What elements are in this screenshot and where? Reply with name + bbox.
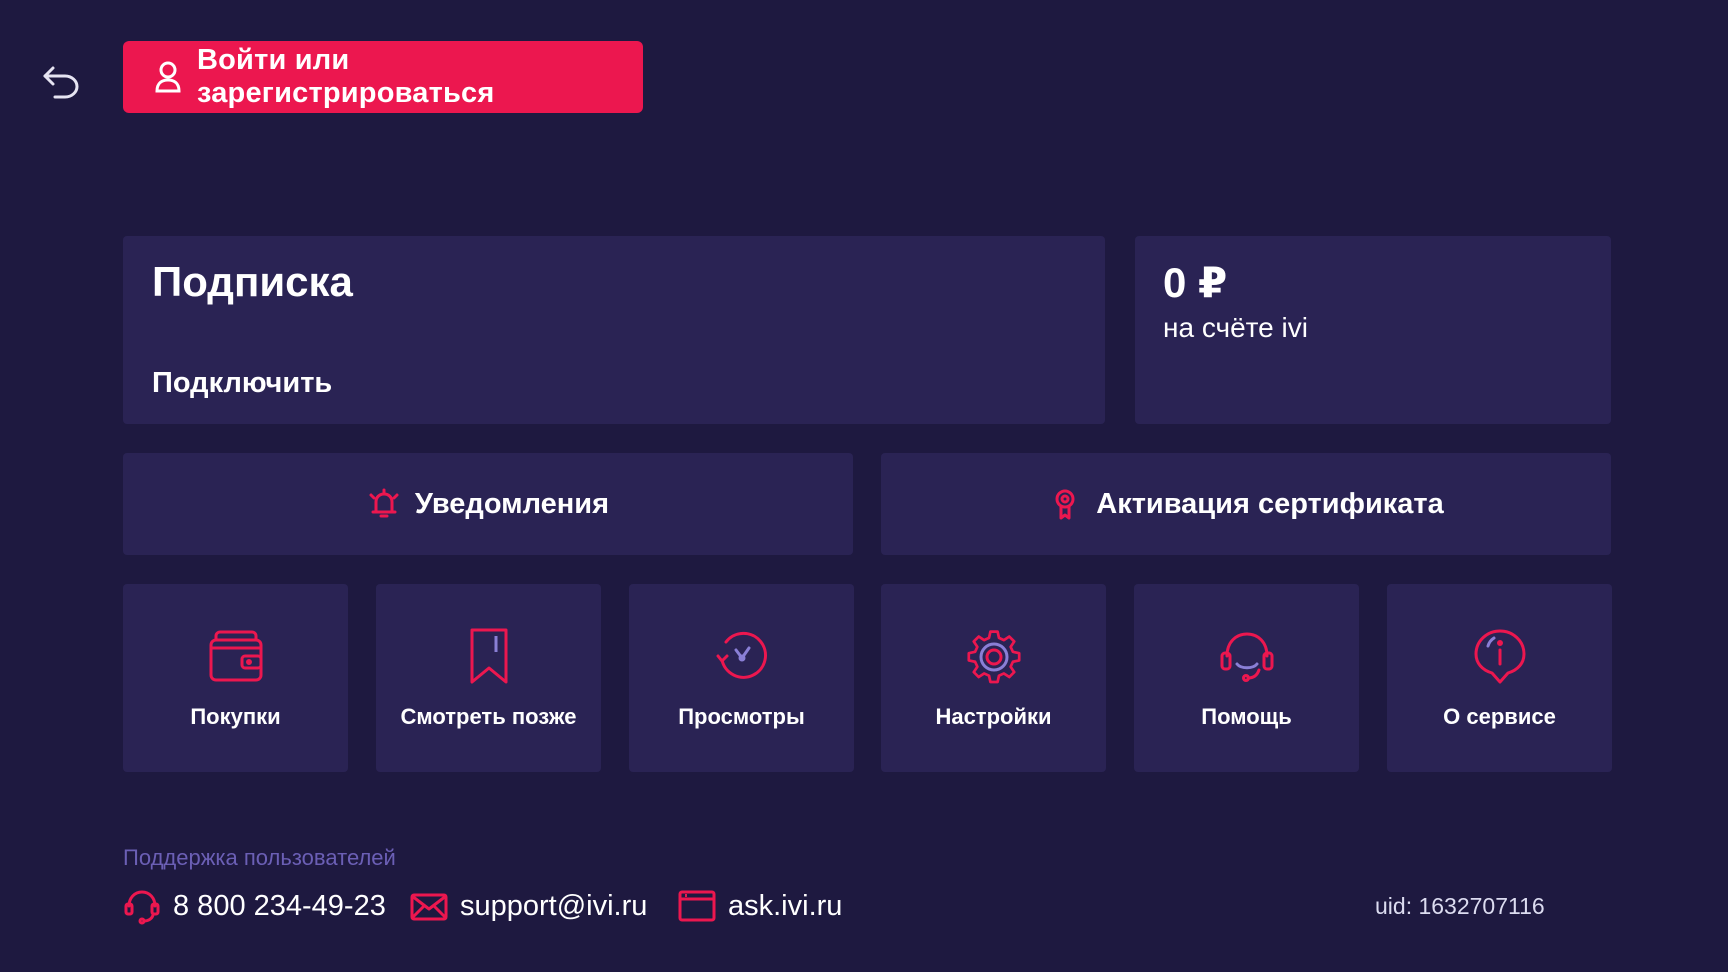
wallet-icon [206,626,266,686]
bookmark-icon [459,626,519,686]
back-button[interactable] [38,62,84,102]
user-uid: uid: 1632707116 [1375,893,1545,919]
support-site: ask.ivi.ru [728,889,843,922]
tile-purchases[interactable]: Покупки [123,584,348,772]
balance-card[interactable]: 0 ₽ на счёте ivi [1135,236,1611,424]
tile-watch-later-label: Смотреть позже [400,704,577,729]
certificate-activation-label: Активация сертификата [1096,487,1444,520]
user-icon [151,60,185,94]
balance-amount: 0 ₽ [1163,259,1228,306]
mail-icon [410,887,448,925]
tile-about[interactable]: О сервисе [1387,584,1612,772]
tile-history-label: Просмотры [678,704,805,729]
support-email: support@ivi.ru [460,889,648,922]
tile-history[interactable]: Просмотры [629,584,854,772]
subscription-connect-label: Подключить [152,367,333,399]
certificate-activation-button[interactable]: Активация сертификата [881,453,1611,555]
browser-window-icon [678,887,716,925]
support-site-link[interactable]: ask.ivi.ru [678,886,842,926]
support-phone: 8 800 234-49-23 [173,889,386,922]
support-heading: Поддержка пользователей [123,845,396,870]
support-email-link[interactable]: support@ivi.ru [410,886,647,926]
back-arrow-icon [43,66,79,99]
login-button-label: Войти или зарегистрироваться [197,44,495,109]
tile-purchases-label: Покупки [190,704,281,729]
balance-label: на счёте ivi [1163,312,1308,343]
info-icon [1470,626,1530,686]
bell-icon [367,487,401,521]
login-button[interactable]: Войти или зарегистрироваться [123,41,643,113]
headset-icon [1217,626,1277,686]
gear-icon [964,626,1024,686]
tile-help-label: Помощь [1201,704,1292,729]
history-icon [712,626,772,686]
tile-settings[interactable]: Настройки [881,584,1106,772]
phone-icon [123,887,161,925]
subscription-title: Подписка [152,258,353,305]
tile-about-label: О сервисе [1443,704,1556,729]
tile-watch-later[interactable]: Смотреть позже [376,584,601,772]
tile-help[interactable]: Помощь [1134,584,1359,772]
notifications-button[interactable]: Уведомления [123,453,853,555]
subscription-card[interactable]: Подписка Подключить [123,236,1105,424]
notifications-label: Уведомления [414,487,610,520]
award-icon [1048,487,1082,521]
support-phone-link[interactable]: 8 800 234-49-23 [123,886,386,926]
tile-settings-label: Настройки [935,704,1052,729]
